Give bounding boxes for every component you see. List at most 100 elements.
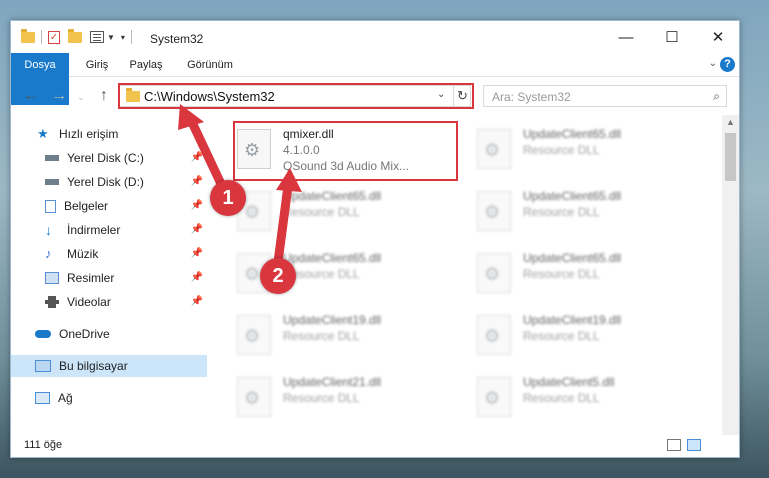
recent-locations-icon[interactable]: ⌄ [71, 92, 91, 103]
sidebar-item-label: Ağ [58, 391, 73, 405]
file-tile[interactable]: UpdateClient65.dll Resource DLL [235, 185, 455, 237]
search-input[interactable]: Ara: System32 [492, 90, 571, 104]
pin-icon[interactable]: 📌 [191, 248, 203, 259]
sidebar-item-label: Yerel Disk (C:) [67, 151, 144, 165]
large-icons-view-icon[interactable] [687, 439, 701, 451]
file-name: UpdateClient65.dll [283, 251, 382, 265]
network-icon [35, 392, 50, 404]
file-tile[interactable]: UpdateClient19.dll Resource DLL [475, 309, 695, 361]
folder-icon [21, 28, 35, 43]
pin-icon[interactable]: 📌 [191, 200, 203, 211]
sidebar-item-pictures[interactable]: Resimler 📌 [11, 267, 207, 289]
file-name: UpdateClient65.dll [523, 251, 622, 265]
navigation-bar: ← → ⌄ ↑ C:\Windows\System32 ⌄ ↻ Ara: Sys… [11, 79, 739, 115]
drive-icon [45, 179, 59, 185]
sidebar-item-music[interactable]: ♪ Müzik 📌 [11, 243, 207, 265]
file-name: UpdateClient5.dll [523, 375, 615, 389]
sidebar-item-videos[interactable]: Videolar 📌 [11, 291, 207, 313]
chevron-down-icon[interactable]: ▼ [107, 33, 115, 42]
pin-icon[interactable]: 📌 [191, 296, 203, 307]
sidebar-item-label: Belgeler [64, 199, 109, 213]
file-tile[interactable]: UpdateClient65.dll Resource DLL [475, 247, 695, 299]
new-folder-icon[interactable] [68, 28, 82, 43]
music-icon: ♪ [45, 246, 52, 261]
file-highlight-box [233, 121, 458, 181]
address-highlight-box [118, 83, 474, 109]
customize-toolbar-icon[interactable]: ▾ [121, 33, 125, 42]
pin-icon[interactable]: 📌 [191, 176, 203, 187]
dll-file-icon [477, 191, 511, 231]
file-tile[interactable]: UpdateClient5.dll Resource DLL [475, 371, 695, 423]
file-name: UpdateClient65.dll [523, 127, 622, 141]
checklist-icon[interactable]: ✓ [48, 30, 60, 44]
chevron-down-icon[interactable]: ⌄ [709, 58, 717, 69]
dll-file-icon [477, 253, 511, 293]
pin-icon[interactable]: 📌 [191, 152, 203, 163]
tab-share[interactable]: Paylaş [123, 53, 169, 77]
document-icon [45, 199, 56, 213]
pin-icon[interactable]: 📌 [191, 224, 203, 235]
close-button[interactable]: ✕ [695, 21, 741, 53]
vertical-scrollbar[interactable]: ▲ [722, 115, 739, 435]
sidebar-item-onedrive[interactable]: OneDrive [11, 323, 207, 345]
ribbon: Dosya Giriş Paylaş Görünüm ⌄ ? [11, 53, 739, 105]
tab-home[interactable]: Giriş [77, 53, 117, 77]
file-description: Resource DLL [283, 329, 360, 343]
navigation-pane: ★ Hızlı erişim Yerel Disk (C:) 📌 Yerel D… [11, 121, 207, 427]
file-name: UpdateClient19.dll [283, 313, 382, 327]
sidebar-item-disk-c[interactable]: Yerel Disk (C:) 📌 [11, 147, 207, 169]
file-tile[interactable]: UpdateClient65.dll Resource DLL [475, 185, 695, 237]
callout-2-badge: 2 [260, 258, 296, 294]
search-icon[interactable]: ⌕ [713, 89, 720, 104]
sidebar-item-label: Bu bilgisayar [59, 359, 128, 373]
computer-icon [35, 360, 51, 372]
divider [41, 30, 42, 44]
file-description: Resource DLL [523, 267, 600, 281]
callout-1-badge: 1 [210, 180, 246, 216]
scroll-up-icon[interactable]: ▲ [726, 117, 735, 127]
file-description: Resource DLL [283, 205, 360, 219]
file-description: Resource DLL [523, 329, 600, 343]
back-button[interactable]: ← [21, 87, 41, 105]
dll-file-icon [477, 377, 511, 417]
scrollbar-thumb[interactable] [725, 133, 736, 181]
file-tile[interactable]: UpdateClient21.dll Resource DLL [235, 371, 455, 423]
file-tile[interactable]: UpdateClient65.dll Resource DLL [475, 123, 695, 175]
sidebar-item-label: Hızlı erişim [59, 127, 119, 141]
sidebar-item-label: İndirmeler [67, 223, 121, 237]
cloud-icon [35, 330, 51, 338]
sidebar-item-this-pc[interactable]: Bu bilgisayar [11, 355, 207, 377]
sidebar-item-label: Videolar [67, 295, 111, 309]
up-button[interactable]: ↑ [94, 87, 114, 105]
sidebar-item-label: Resimler [67, 271, 115, 285]
sidebar-item-network[interactable]: Ağ [11, 387, 207, 409]
file-name: UpdateClient21.dll [283, 375, 382, 389]
details-view-icon[interactable] [667, 439, 681, 451]
search-box[interactable]: Ara: System32 ⌕ [483, 85, 727, 107]
status-bar: 111 öğe [11, 435, 739, 457]
sidebar-item-label: Müzik [67, 247, 99, 261]
maximize-button[interactable]: ☐ [649, 21, 695, 53]
properties-icon[interactable] [90, 31, 104, 43]
file-tile[interactable]: UpdateClient19.dll Resource DLL [235, 309, 455, 361]
forward-button[interactable]: → [49, 87, 69, 105]
sidebar-item-label: Yerel Disk (D:) [67, 175, 144, 189]
help-icon[interactable]: ? [720, 57, 735, 72]
item-count: 111 öğe [24, 439, 63, 451]
dll-file-icon [477, 315, 511, 355]
sidebar-item-downloads[interactable]: ↓ İndirmeler 📌 [11, 219, 207, 241]
tab-view[interactable]: Görünüm [179, 53, 241, 77]
picture-icon [45, 272, 59, 284]
divider [130, 30, 132, 44]
dll-file-icon [237, 315, 271, 355]
file-name: UpdateClient19.dll [523, 313, 622, 327]
sidebar-item-quick-access[interactable]: ★ Hızlı erişim [11, 123, 207, 145]
sidebar-item-disk-d[interactable]: Yerel Disk (D:) 📌 [11, 171, 207, 193]
pin-icon[interactable]: 📌 [191, 272, 203, 283]
file-description: Resource DLL [523, 391, 600, 405]
video-icon [45, 296, 59, 308]
window-title: System32 [150, 32, 204, 46]
minimize-button[interactable]: — [603, 21, 649, 53]
file-description: Resource DLL [523, 205, 600, 219]
sidebar-item-documents[interactable]: Belgeler 📌 [11, 195, 207, 217]
